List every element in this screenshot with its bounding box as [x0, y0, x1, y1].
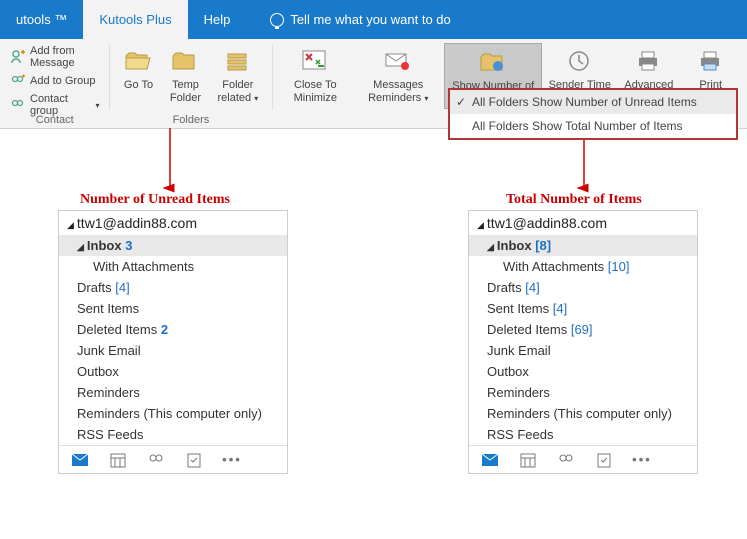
folder-panel-unread: ◢ttw1@addin88.com ◢Inbox 3With Attachmen… [58, 210, 288, 474]
folder-item[interactable]: Reminders [59, 382, 287, 403]
calendar-icon[interactable] [109, 451, 127, 469]
nav-bar: ••• [59, 445, 287, 473]
tab-help[interactable]: Help [188, 0, 247, 39]
chevron-down-icon: ▾ [95, 101, 99, 110]
mail-icon[interactable] [71, 451, 89, 469]
group-plus-icon [10, 73, 26, 89]
printer-select-icon [695, 45, 727, 77]
people-icon[interactable] [557, 451, 575, 469]
folder-icon [169, 45, 201, 77]
envelope-chevron-icon [382, 45, 414, 77]
titlebar: utools ™ Kutools Plus Help Tell me what … [0, 0, 747, 39]
account-header[interactable]: ◢ttw1@addin88.com [59, 211, 287, 235]
folder-item[interactable]: Reminders (This computer only) [59, 403, 287, 424]
tab-utools[interactable]: utools ™ [0, 0, 83, 39]
tell-me-label: Tell me what you want to do [290, 0, 450, 39]
people-icon[interactable] [147, 451, 165, 469]
printer-icon [633, 45, 665, 77]
label-unread: Number of Unread Items [80, 192, 230, 208]
ribbon-group-label-contact: Contact [0, 114, 109, 126]
bulb-icon [270, 13, 284, 27]
folder-item[interactable]: Sent Items [59, 298, 287, 319]
folder-item[interactable]: Sent Items [4] [469, 298, 697, 319]
account-header[interactable]: ◢ttw1@addin88.com [469, 211, 697, 235]
tab-kutools-plus[interactable]: Kutools Plus [83, 0, 187, 39]
clock-icon [564, 45, 596, 77]
chevron-down-icon: ▾ [424, 94, 428, 103]
folder-item[interactable]: Outbox [469, 361, 697, 382]
folder-item[interactable]: With Attachments [10] [469, 256, 697, 277]
add-to-group-button[interactable]: Add to Group [10, 73, 99, 89]
folder-item[interactable]: Drafts [4] [469, 277, 697, 298]
add-from-message-button[interactable]: Add from Message [10, 45, 99, 69]
label-total: Total Number of Items [506, 192, 642, 208]
ribbon-group-contact: Add from Message Add to Group Contact gr… [0, 39, 109, 128]
show-number-dropdown: All Folders Show Number of Unread Items … [448, 88, 738, 140]
chevron-down-icon: ▾ [254, 94, 258, 103]
dropdown-total-items[interactable]: All Folders Show Total Number of Items [450, 114, 736, 138]
folder-stack-icon [222, 45, 254, 77]
folder-item[interactable]: ◢Inbox [8] [469, 235, 697, 256]
mail-icon[interactable] [481, 451, 499, 469]
folder-item[interactable]: Junk Email [469, 340, 697, 361]
folder-panel-total: ◢ttw1@addin88.com ◢Inbox [8]With Attachm… [468, 210, 698, 474]
folder-list: ◢Inbox [8]With Attachments [10]Drafts [4… [469, 235, 697, 445]
folder-related-button[interactable]: Folder related ▾ [209, 43, 266, 107]
goto-button[interactable]: Go To [115, 43, 161, 107]
folder-item[interactable]: Reminders [469, 382, 697, 403]
ribbon-group-label-folders: Folders [109, 114, 272, 126]
calendar-icon[interactable] [519, 451, 537, 469]
more-icon[interactable]: ••• [223, 451, 241, 469]
folder-item[interactable]: ◢Inbox 3 [59, 235, 287, 256]
folder-item[interactable]: Deleted Items [69] [469, 319, 697, 340]
tell-me-search[interactable]: Tell me what you want to do [254, 0, 466, 39]
folder-item[interactable]: With Attachments [59, 256, 287, 277]
close-to-minimize-button[interactable]: Close To Minimize [278, 43, 352, 109]
nav-bar: ••• [469, 445, 697, 473]
folder-item[interactable]: RSS Feeds [59, 424, 287, 445]
folder-item[interactable]: Junk Email [59, 340, 287, 361]
folder-item[interactable]: Reminders (This computer only) [469, 403, 697, 424]
folder-number-icon [477, 46, 509, 78]
folder-item[interactable]: Deleted Items 2 [59, 319, 287, 340]
more-icon[interactable]: ••• [633, 451, 651, 469]
dropdown-unread-items[interactable]: All Folders Show Number of Unread Items [450, 90, 736, 114]
messages-reminders-button[interactable]: Messages Reminders ▾ [352, 43, 444, 109]
tasks-icon[interactable] [595, 451, 613, 469]
person-plus-icon [10, 49, 26, 65]
group-icon [10, 97, 26, 113]
folder-list: ◢Inbox 3With Attachments Drafts [4]Sent … [59, 235, 287, 445]
folder-item[interactable]: RSS Feeds [469, 424, 697, 445]
folder-item[interactable]: Outbox [59, 361, 287, 382]
tasks-icon[interactable] [185, 451, 203, 469]
folder-open-icon [122, 45, 154, 77]
temp-folder-button[interactable]: Temp Folder [161, 43, 209, 107]
close-minimize-icon [299, 45, 331, 77]
folder-item[interactable]: Drafts [4] [59, 277, 287, 298]
ribbon-group-folders: Go To Temp Folder Folder related ▾ Folde… [109, 39, 272, 128]
